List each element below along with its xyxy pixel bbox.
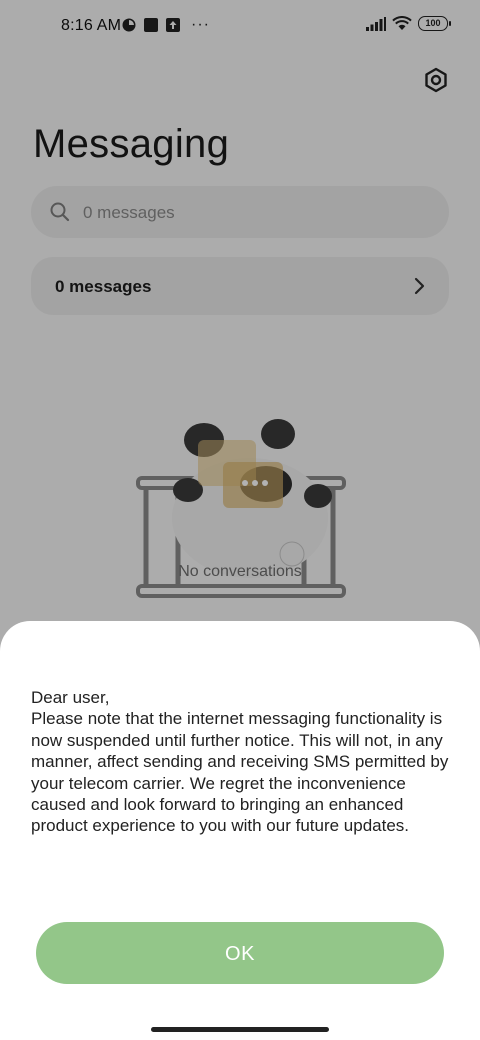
- notice-message: Dear user, Please note that the internet…: [31, 688, 449, 836]
- notice-bottom-sheet: Dear user, Please note that the internet…: [0, 621, 480, 1040]
- home-indicator[interactable]: [151, 1027, 329, 1032]
- ok-button[interactable]: OK: [36, 922, 444, 984]
